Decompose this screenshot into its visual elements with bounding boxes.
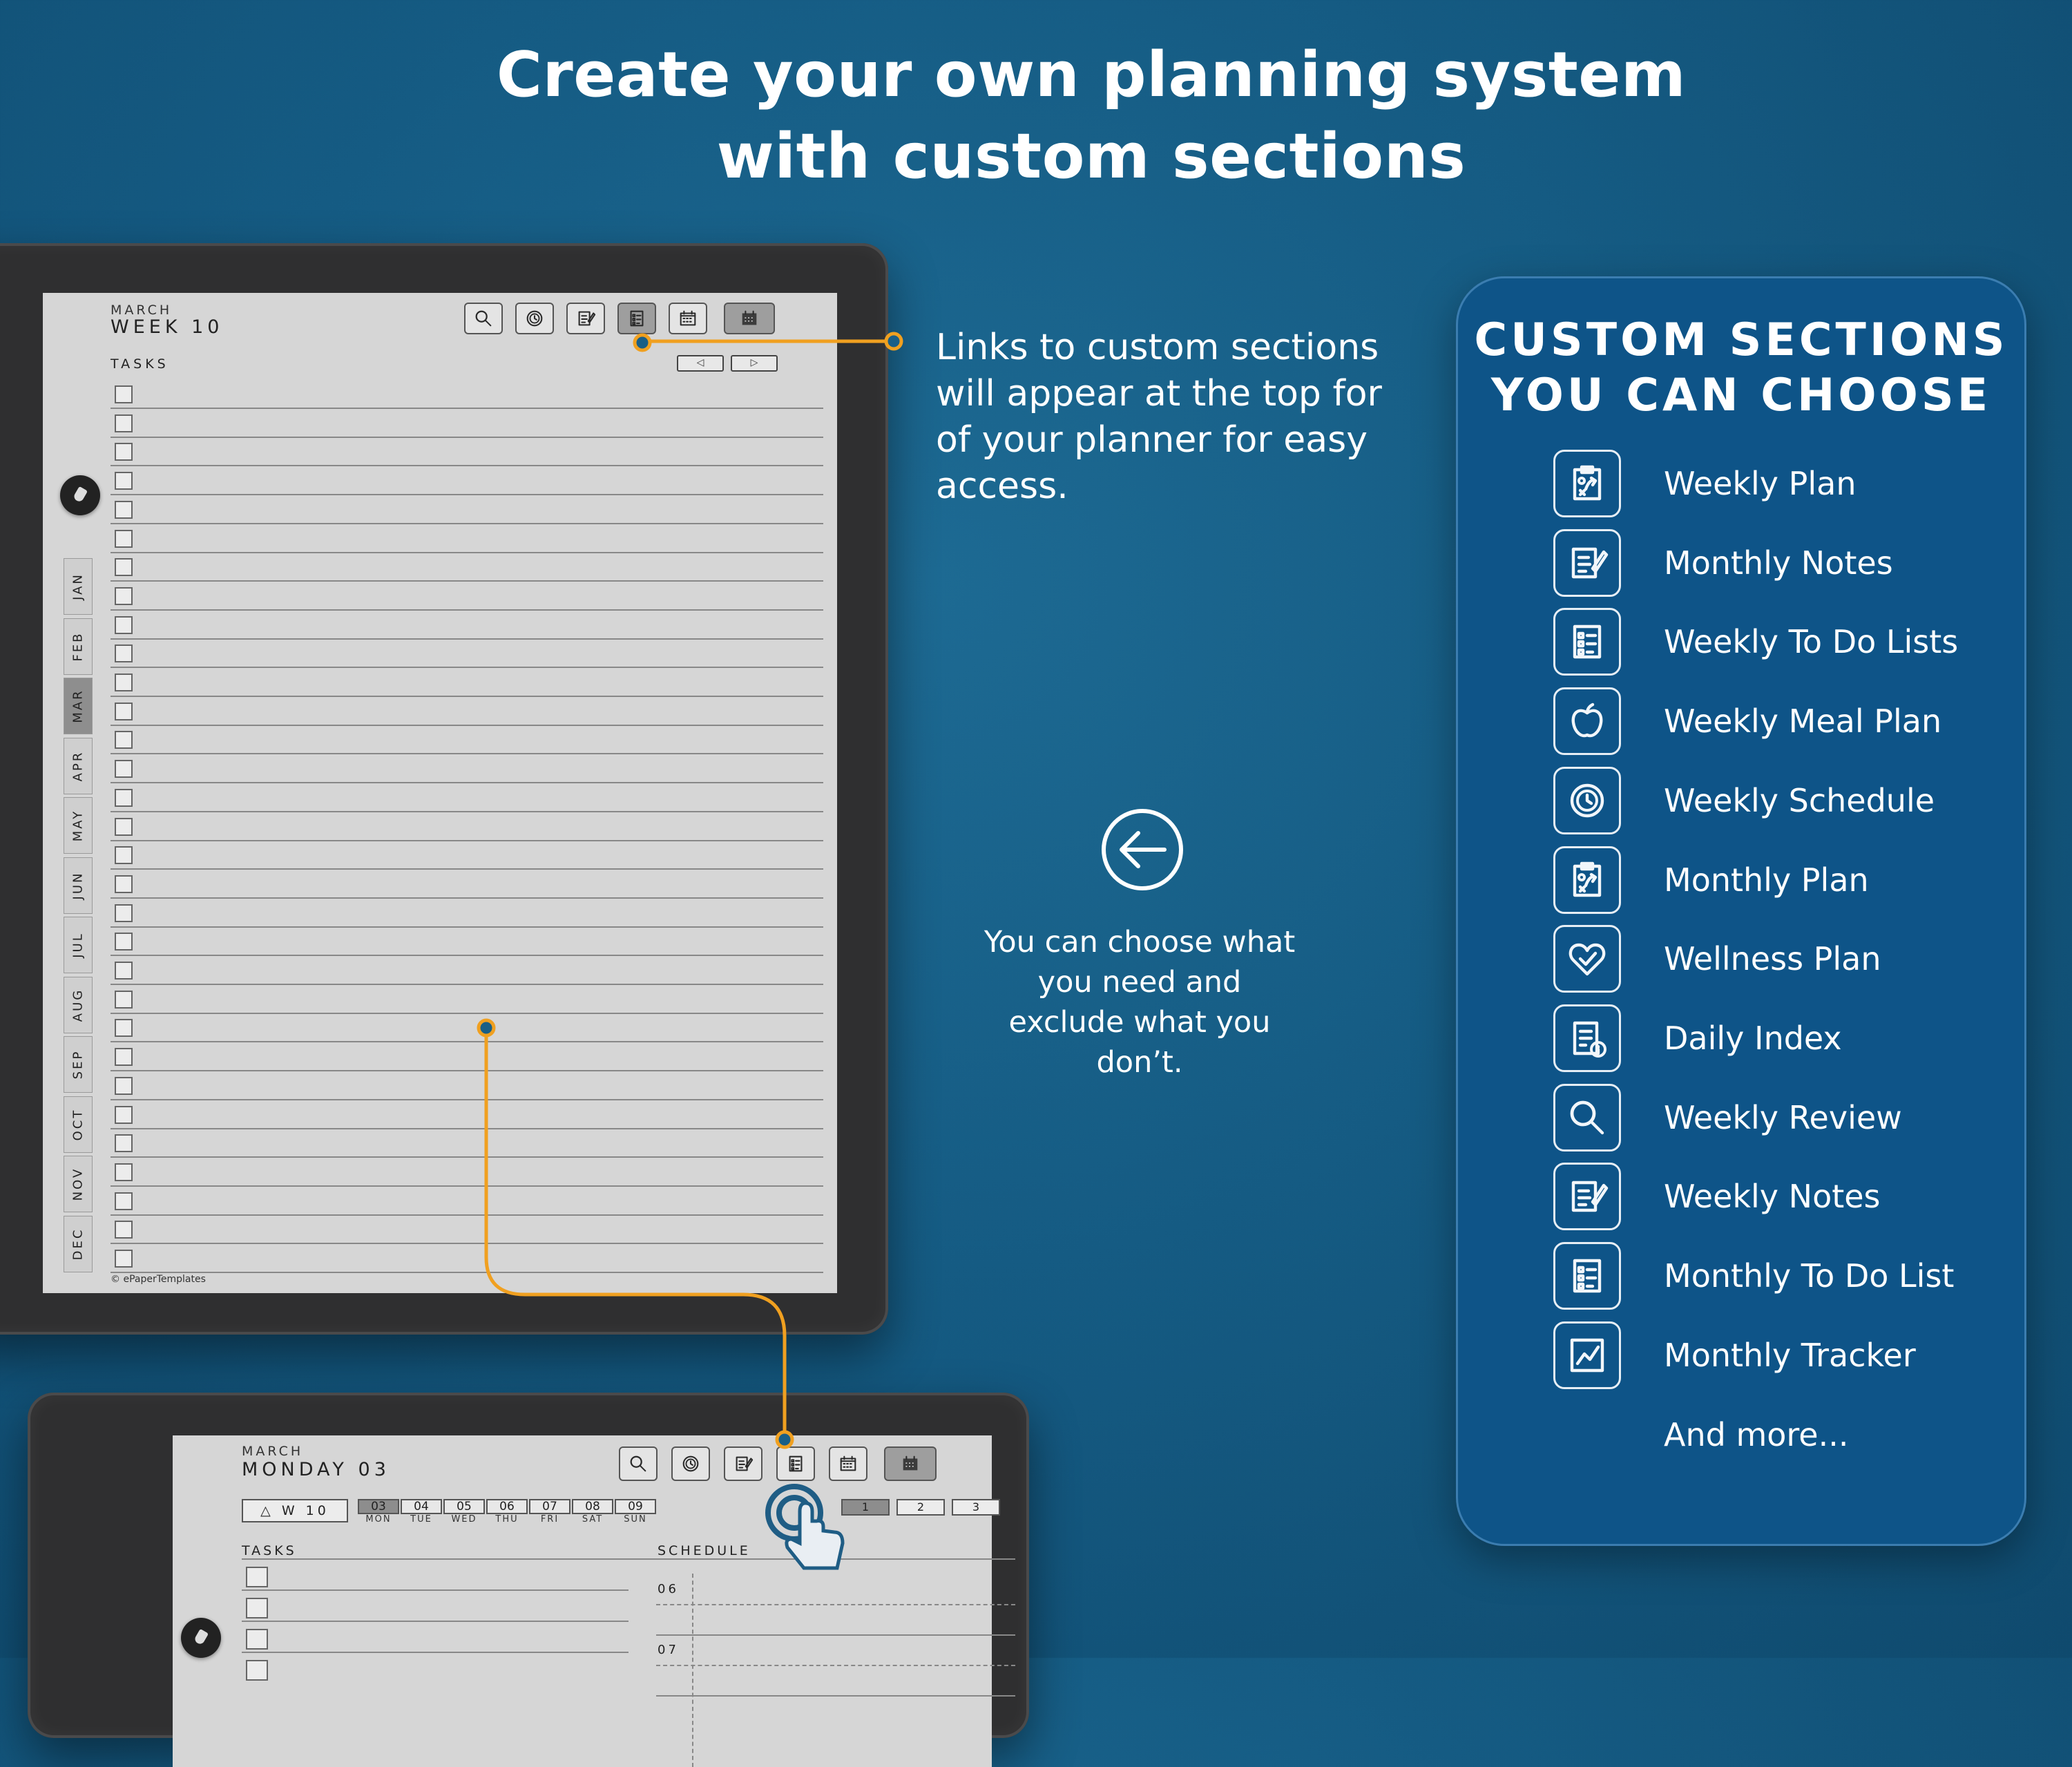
- and-more-text: And more...: [1664, 1416, 1849, 1453]
- section-item-label: Weekly To Do Lists: [1664, 623, 1959, 661]
- section-item[interactable]: Weekly To Do Lists: [1553, 608, 2009, 677]
- section-item-label: Monthly Tracker: [1664, 1336, 1916, 1374]
- monthly-notes-icon: [1553, 528, 1621, 597]
- heart-icon: [1553, 925, 1621, 993]
- magnifier-icon: [1553, 1083, 1621, 1152]
- daily-index-icon: [1553, 1004, 1621, 1072]
- tap-hand-icon: [765, 1484, 845, 1570]
- connector-dot: [477, 1018, 496, 1038]
- section-item-label: Monthly Notes: [1664, 544, 1893, 582]
- section-item[interactable]: Monthly Plan: [1553, 846, 2009, 915]
- section-item[interactable]: Monthly Notes: [1553, 528, 2009, 598]
- section-item-label: Daily Index: [1664, 1019, 1842, 1057]
- monthly-plan-icon: [1553, 846, 1621, 914]
- chart-icon: [1553, 1321, 1621, 1389]
- section-item-label: Weekly Review: [1664, 1098, 1902, 1136]
- panel-title-line-1: CUSTOM SECTIONS: [1474, 314, 2008, 366]
- section-item[interactable]: Weekly Meal Plan: [1553, 687, 2009, 756]
- connector-top: [640, 339, 894, 343]
- section-item-label: Monthly Plan: [1664, 861, 1869, 899]
- connector-dot: [884, 332, 903, 351]
- schedule-divider: [656, 1665, 1015, 1666]
- custom-sections-panel: CUSTOM SECTIONS YOU CAN CHOOSE Weekly Pl…: [1456, 276, 2026, 1546]
- panel-title: CUSTOM SECTIONS YOU CAN CHOOSE: [1458, 313, 2024, 423]
- weekly-todo-icon: [1553, 608, 1621, 676]
- monthly-todo-icon: [1553, 1242, 1621, 1310]
- clock-icon: [1553, 766, 1621, 834]
- section-item[interactable]: Wellness Plan: [1553, 925, 2009, 994]
- section-item[interactable]: Weekly Plan: [1553, 450, 2009, 519]
- connector-dot: [633, 333, 652, 352]
- section-item-label: Weekly Notes: [1664, 1178, 1881, 1216]
- weekly-plan-icon: [1553, 450, 1621, 517]
- callout-text: Links to custom sections will appear at …: [936, 327, 1382, 507]
- section-item[interactable]: Weekly Review: [1553, 1083, 2009, 1153]
- connector-dot: [775, 1430, 794, 1449]
- section-item-label: Weekly Schedule: [1664, 781, 1935, 819]
- section-item[interactable]: Monthly Tracker: [1553, 1321, 2009, 1391]
- section-item[interactable]: Daily Index: [1553, 1004, 2009, 1073]
- section-item[interactable]: Monthly To Do List: [1553, 1242, 2009, 1311]
- apple-icon: [1553, 687, 1621, 756]
- choose-text: You can choose what you need and exclude…: [984, 925, 1296, 1080]
- section-item-label: Wellness Plan: [1664, 940, 1881, 978]
- section-item-label: Weekly Plan: [1664, 465, 1857, 502]
- section-item[interactable]: Weekly Notes: [1553, 1163, 2009, 1232]
- schedule-line: [656, 1695, 1015, 1697]
- task-checkbox[interactable]: [246, 1660, 268, 1681]
- arrow-left-icon: [1102, 809, 1183, 890]
- section-item-label: Weekly Meal Plan: [1664, 703, 1942, 741]
- weekly-notes-icon: [1553, 1163, 1621, 1231]
- connector-bottom: [484, 1028, 787, 1440]
- panel-title-line-2: YOU CAN CHOOSE: [1490, 370, 1992, 421]
- section-item[interactable]: Weekly Schedule: [1553, 766, 2009, 836]
- section-item-label: Monthly To Do List: [1664, 1257, 1955, 1295]
